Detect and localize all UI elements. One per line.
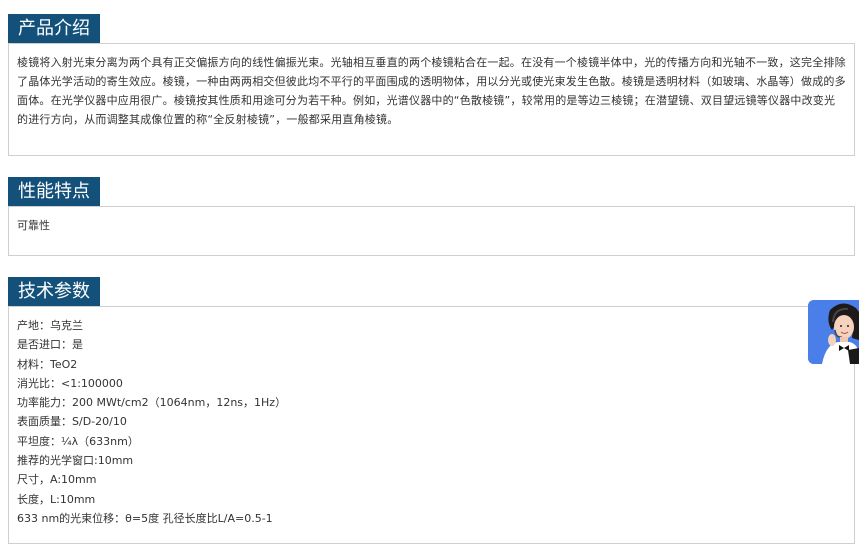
spec-item: 长度，L:10mm bbox=[17, 492, 96, 506]
intro-paragraph: 棱镜将入射光束分离为两个具有正交偏振方向的线性偏振光束。光轴相互垂直的两个棱镜粘… bbox=[17, 56, 846, 126]
spec-item: 表面质量：S/D-20/10 bbox=[17, 415, 127, 429]
spec-list: 产地：乌克兰 是否进口：是 材料：TeO2 消光比：<1:100000 功率能力：200… bbox=[9, 307, 854, 528]
spec-item: 推荐的光学窗口:10mm bbox=[17, 454, 134, 468]
spec-item: 尺寸，A:10mm bbox=[17, 473, 97, 487]
spec-item: 功率能力：200 MWt/cm2（1064nm，12ns，1Hz） bbox=[17, 396, 287, 410]
spec-item: 平坦度：¼λ（633nm） bbox=[17, 434, 139, 448]
features-section-box: 可靠性 bbox=[8, 206, 855, 256]
intro-section-box: 棱镜将入射光束分离为两个具有正交偏振方向的线性偏振光束。光轴相互垂直的两个棱镜粘… bbox=[8, 43, 855, 156]
specs-section-box: 产地：乌克兰 是否进口：是 材料：TeO2 消光比：<1:100000 功率能力：200… bbox=[8, 306, 855, 544]
spec-item: 材料：TeO2 bbox=[17, 357, 78, 371]
product-detail-page: 产品介绍 棱镜将入射光束分离为两个具有正交偏振方向的线性偏振光束。光轴相互垂直的… bbox=[0, 0, 859, 546]
spec-item: 633 nm的光束位移：θ=5度 孔径长度比L/A=0.5-1 bbox=[17, 511, 273, 525]
features-text: 可靠性 bbox=[17, 219, 50, 232]
specs-section-title: 技术参数 bbox=[8, 277, 100, 306]
customer-service-button[interactable] bbox=[808, 300, 859, 364]
features-section-title: 性能特点 bbox=[8, 177, 100, 206]
spec-item: 产地：乌克兰 bbox=[17, 319, 83, 332]
spec-item: 消光比：<1:100000 bbox=[17, 376, 123, 390]
customer-service-agent-icon bbox=[808, 300, 859, 364]
intro-section-title: 产品介绍 bbox=[8, 14, 100, 43]
spec-item: 是否进口：是 bbox=[17, 338, 83, 352]
